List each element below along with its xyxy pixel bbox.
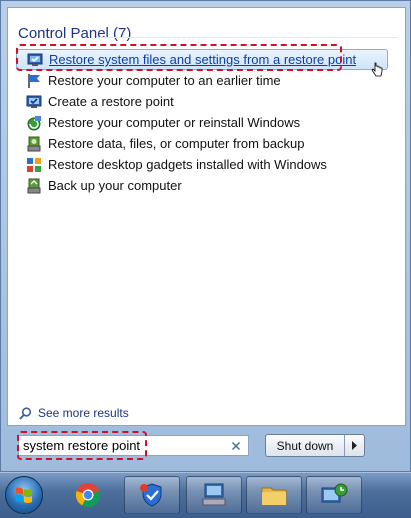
windows-logo-icon: [16, 487, 32, 503]
result-label: Restore your computer or reinstall Windo…: [48, 115, 301, 130]
search-results-panel: Control Panel (7) Restore system files a…: [7, 7, 406, 426]
taskbar: [0, 472, 411, 518]
result-label: Back up your computer: [48, 178, 182, 193]
highlight-result-annotation: [16, 44, 342, 71]
chrome-icon: [75, 483, 101, 508]
chevron-right-icon: [352, 441, 357, 450]
backup-icon: [27, 178, 41, 193]
hand-cursor-icon: [371, 62, 383, 77]
flag-icon: [28, 73, 40, 88]
result-back-up-computer[interactable]: Back up your computer: [16, 175, 388, 196]
result-create-restore-point[interactable]: Create a restore point: [16, 91, 388, 112]
taskbar-security-center[interactable]: [124, 476, 180, 514]
result-restore-from-backup[interactable]: Restore data, files, or computer from ba…: [16, 133, 388, 154]
recovery-icon: [27, 115, 41, 130]
system-properties-icon: [26, 95, 42, 108]
shutdown-options-button[interactable]: [345, 435, 364, 456]
search-bar-area: system restore point Shut down: [7, 427, 406, 467]
start-menu: Control Panel (7) Restore system files a…: [0, 0, 411, 472]
system-restore-icon: [321, 483, 348, 503]
network-computer-icon: [202, 483, 226, 506]
magnifier-icon: [19, 406, 32, 420]
gadgets-icon: [27, 157, 41, 172]
shutdown-button[interactable]: Shut down: [265, 434, 365, 457]
taskbar-file-explorer[interactable]: [246, 476, 302, 514]
backup-restore-icon: [27, 136, 41, 151]
highlight-search-annotation: [17, 431, 147, 460]
shutdown-label: Shut down: [266, 435, 345, 456]
result-restore-earlier-time[interactable]: Restore your computer to an earlier time: [16, 70, 388, 91]
group-header-control-panel[interactable]: Control Panel (7): [18, 25, 131, 42]
security-center-icon: [140, 483, 162, 507]
see-more-results-link[interactable]: See more results: [19, 406, 129, 420]
result-restore-gadgets[interactable]: Restore desktop gadgets installed with W…: [16, 154, 388, 175]
taskbar-network-computer[interactable]: [186, 476, 242, 514]
result-label: Restore desktop gadgets installed with W…: [48, 157, 327, 172]
result-reinstall-windows[interactable]: Restore your computer or reinstall Windo…: [16, 112, 388, 133]
group-divider: [98, 37, 398, 38]
result-label: Restore your computer to an earlier time: [48, 73, 281, 88]
see-more-label: See more results: [38, 406, 129, 420]
result-label: Create a restore point: [48, 94, 174, 109]
start-orb[interactable]: [5, 476, 43, 514]
clear-search-icon[interactable]: [229, 439, 243, 453]
taskbar-system-restore[interactable]: [306, 476, 362, 514]
result-label: Restore data, files, or computer from ba…: [48, 136, 305, 151]
file-explorer-icon: [261, 487, 287, 506]
taskbar-chrome[interactable]: [60, 476, 116, 514]
